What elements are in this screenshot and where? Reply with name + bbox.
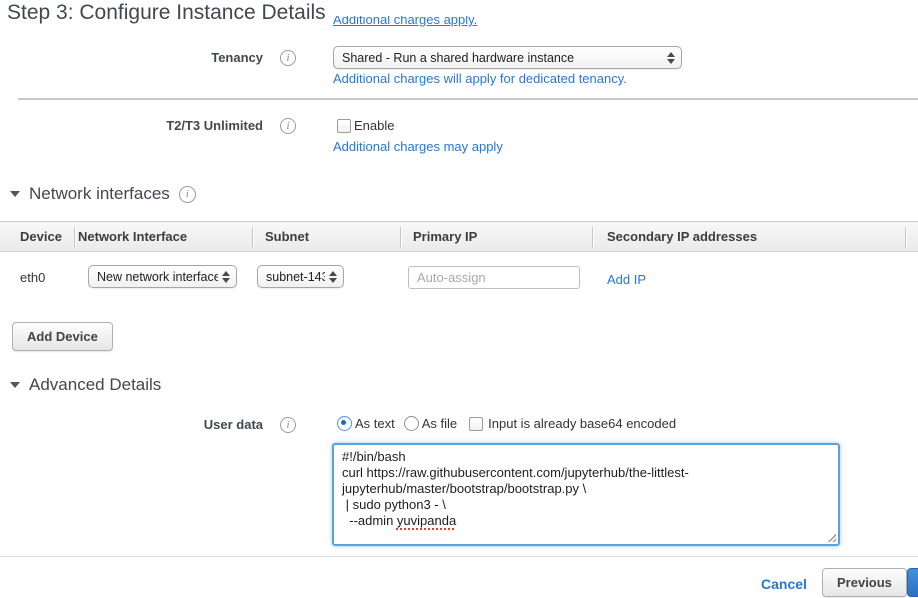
tenancy-label: Tenancy — [0, 50, 263, 65]
col-header-primary-ip: Primary IP — [413, 229, 477, 244]
as-file-label: As file — [422, 416, 457, 431]
column-divider — [905, 227, 906, 248]
col-header-subnet: Subnet — [265, 229, 309, 244]
tenancy-select[interactable]: Shared - Run a shared hardware instance — [333, 46, 682, 69]
user-data-textarea[interactable]: #!/bin/bash curl https://raw.githubuserc… — [332, 443, 840, 546]
footer-divider — [0, 556, 918, 557]
network-interfaces-heading: Network interfaces — [29, 184, 170, 204]
network-interface-select[interactable]: New network interface — [88, 265, 237, 288]
as-text-label: As text — [355, 416, 395, 431]
configure-instance-details-page: Step 3: Configure Instance Details Addit… — [0, 0, 918, 598]
t2t3-info-icon[interactable] — [280, 118, 296, 134]
section-divider — [18, 98, 918, 100]
as-text-radio[interactable] — [337, 416, 352, 431]
primary-ip-input[interactable] — [408, 266, 580, 289]
column-divider — [592, 227, 593, 248]
t2t3-enable-checkbox[interactable] — [337, 119, 351, 133]
column-divider — [252, 227, 253, 248]
tenancy-info-icon[interactable] — [280, 50, 296, 66]
network-interfaces-table-header: Device Network Interface Subnet Primary … — [0, 221, 918, 252]
t2t3-enable-label: Enable — [354, 118, 394, 133]
user-data-misspelled-word: yuvipanda — [397, 513, 456, 528]
add-ip-link[interactable]: Add IP — [607, 272, 646, 287]
base64-encoded-label: Input is already base64 encoded — [488, 416, 676, 431]
column-divider — [400, 227, 401, 248]
col-header-network-interface: Network Interface — [78, 229, 187, 244]
select-arrows-icon — [663, 52, 678, 64]
user-data-label: User data — [0, 417, 263, 432]
collapse-caret-icon — [10, 382, 20, 388]
partial-additional-charges-link[interactable]: Additional charges apply. — [333, 16, 477, 29]
select-arrows-icon — [325, 271, 340, 283]
advanced-details-section-toggle[interactable]: Advanced Details — [10, 375, 161, 395]
cancel-link[interactable]: Cancel — [761, 576, 807, 592]
add-device-button[interactable]: Add Device — [12, 322, 113, 351]
column-divider — [74, 227, 75, 248]
base64-encoded-checkbox[interactable] — [469, 417, 483, 431]
subnet-select[interactable]: subnet-143f9263 — [257, 265, 344, 288]
col-header-device: Device — [20, 229, 62, 244]
device-name: eth0 — [20, 270, 45, 285]
as-file-radio[interactable] — [404, 416, 419, 431]
subnet-select-value: subnet-143f9263 — [258, 270, 325, 284]
review-and-launch-button-partial[interactable] — [907, 568, 918, 597]
previous-button[interactable]: Previous — [822, 568, 907, 597]
col-header-secondary-ips: Secondary IP addresses — [607, 229, 757, 244]
user-data-info-icon[interactable] — [280, 417, 296, 433]
advanced-details-heading: Advanced Details — [29, 375, 161, 395]
select-arrows-icon — [218, 271, 233, 283]
user-data-input-mode-group: As text As file Input is already base64 … — [337, 416, 676, 431]
network-interface-select-value: New network interface — [89, 270, 218, 284]
page-title: Step 3: Configure Instance Details — [7, 1, 326, 25]
t2t3-charges-link[interactable]: Additional charges may apply — [333, 139, 503, 154]
network-interfaces-info-icon[interactable] — [179, 186, 196, 203]
partial-additional-charges-link-text: Additional charges apply. — [333, 16, 477, 29]
tenancy-select-value: Shared - Run a shared hardware instance — [334, 51, 663, 65]
collapse-caret-icon — [10, 191, 20, 197]
network-interfaces-section-toggle[interactable]: Network interfaces — [10, 184, 196, 204]
user-data-text: #!/bin/bash curl https://raw.githubuserc… — [342, 449, 689, 528]
tenancy-charges-link[interactable]: Additional charges will apply for dedica… — [333, 71, 627, 86]
t2t3-unlimited-label: T2/T3 Unlimited — [0, 118, 263, 133]
